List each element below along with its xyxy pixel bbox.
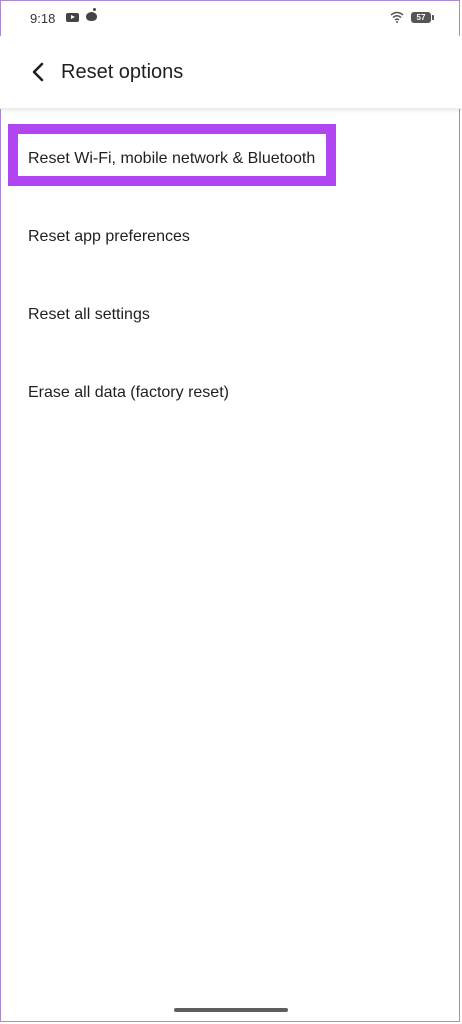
reset-all-settings-item[interactable]: Reset all settings <box>0 277 462 355</box>
erase-all-data-item[interactable]: Erase all data (factory reset) <box>0 355 462 433</box>
list-item-label: Reset Wi-Fi, mobile network & Bluetooth <box>28 150 316 167</box>
wifi-icon <box>390 11 404 23</box>
back-arrow-icon <box>32 62 44 82</box>
page-title: Reset options <box>61 61 184 83</box>
list-item-label: Reset app preferences <box>28 228 190 245</box>
battery-icon: 57 <box>411 12 434 23</box>
reset-app-preferences-item[interactable]: Reset app preferences <box>0 199 462 277</box>
status-bar: 9:18 57 <box>0 0 462 36</box>
app-bar: Reset options <box>0 36 462 109</box>
reddit-icon <box>86 8 97 21</box>
list-item-label: Erase all data (factory reset) <box>28 384 229 401</box>
status-time: 9:18 <box>30 11 56 26</box>
back-button[interactable] <box>22 56 54 88</box>
youtube-icon <box>66 13 79 22</box>
list-item-label: Reset all settings <box>28 306 150 323</box>
gesture-navigation-handle[interactable] <box>174 1008 288 1012</box>
reset-wifi-mobile-bluetooth-item[interactable]: Reset Wi-Fi, mobile network & Bluetooth <box>0 121 462 199</box>
